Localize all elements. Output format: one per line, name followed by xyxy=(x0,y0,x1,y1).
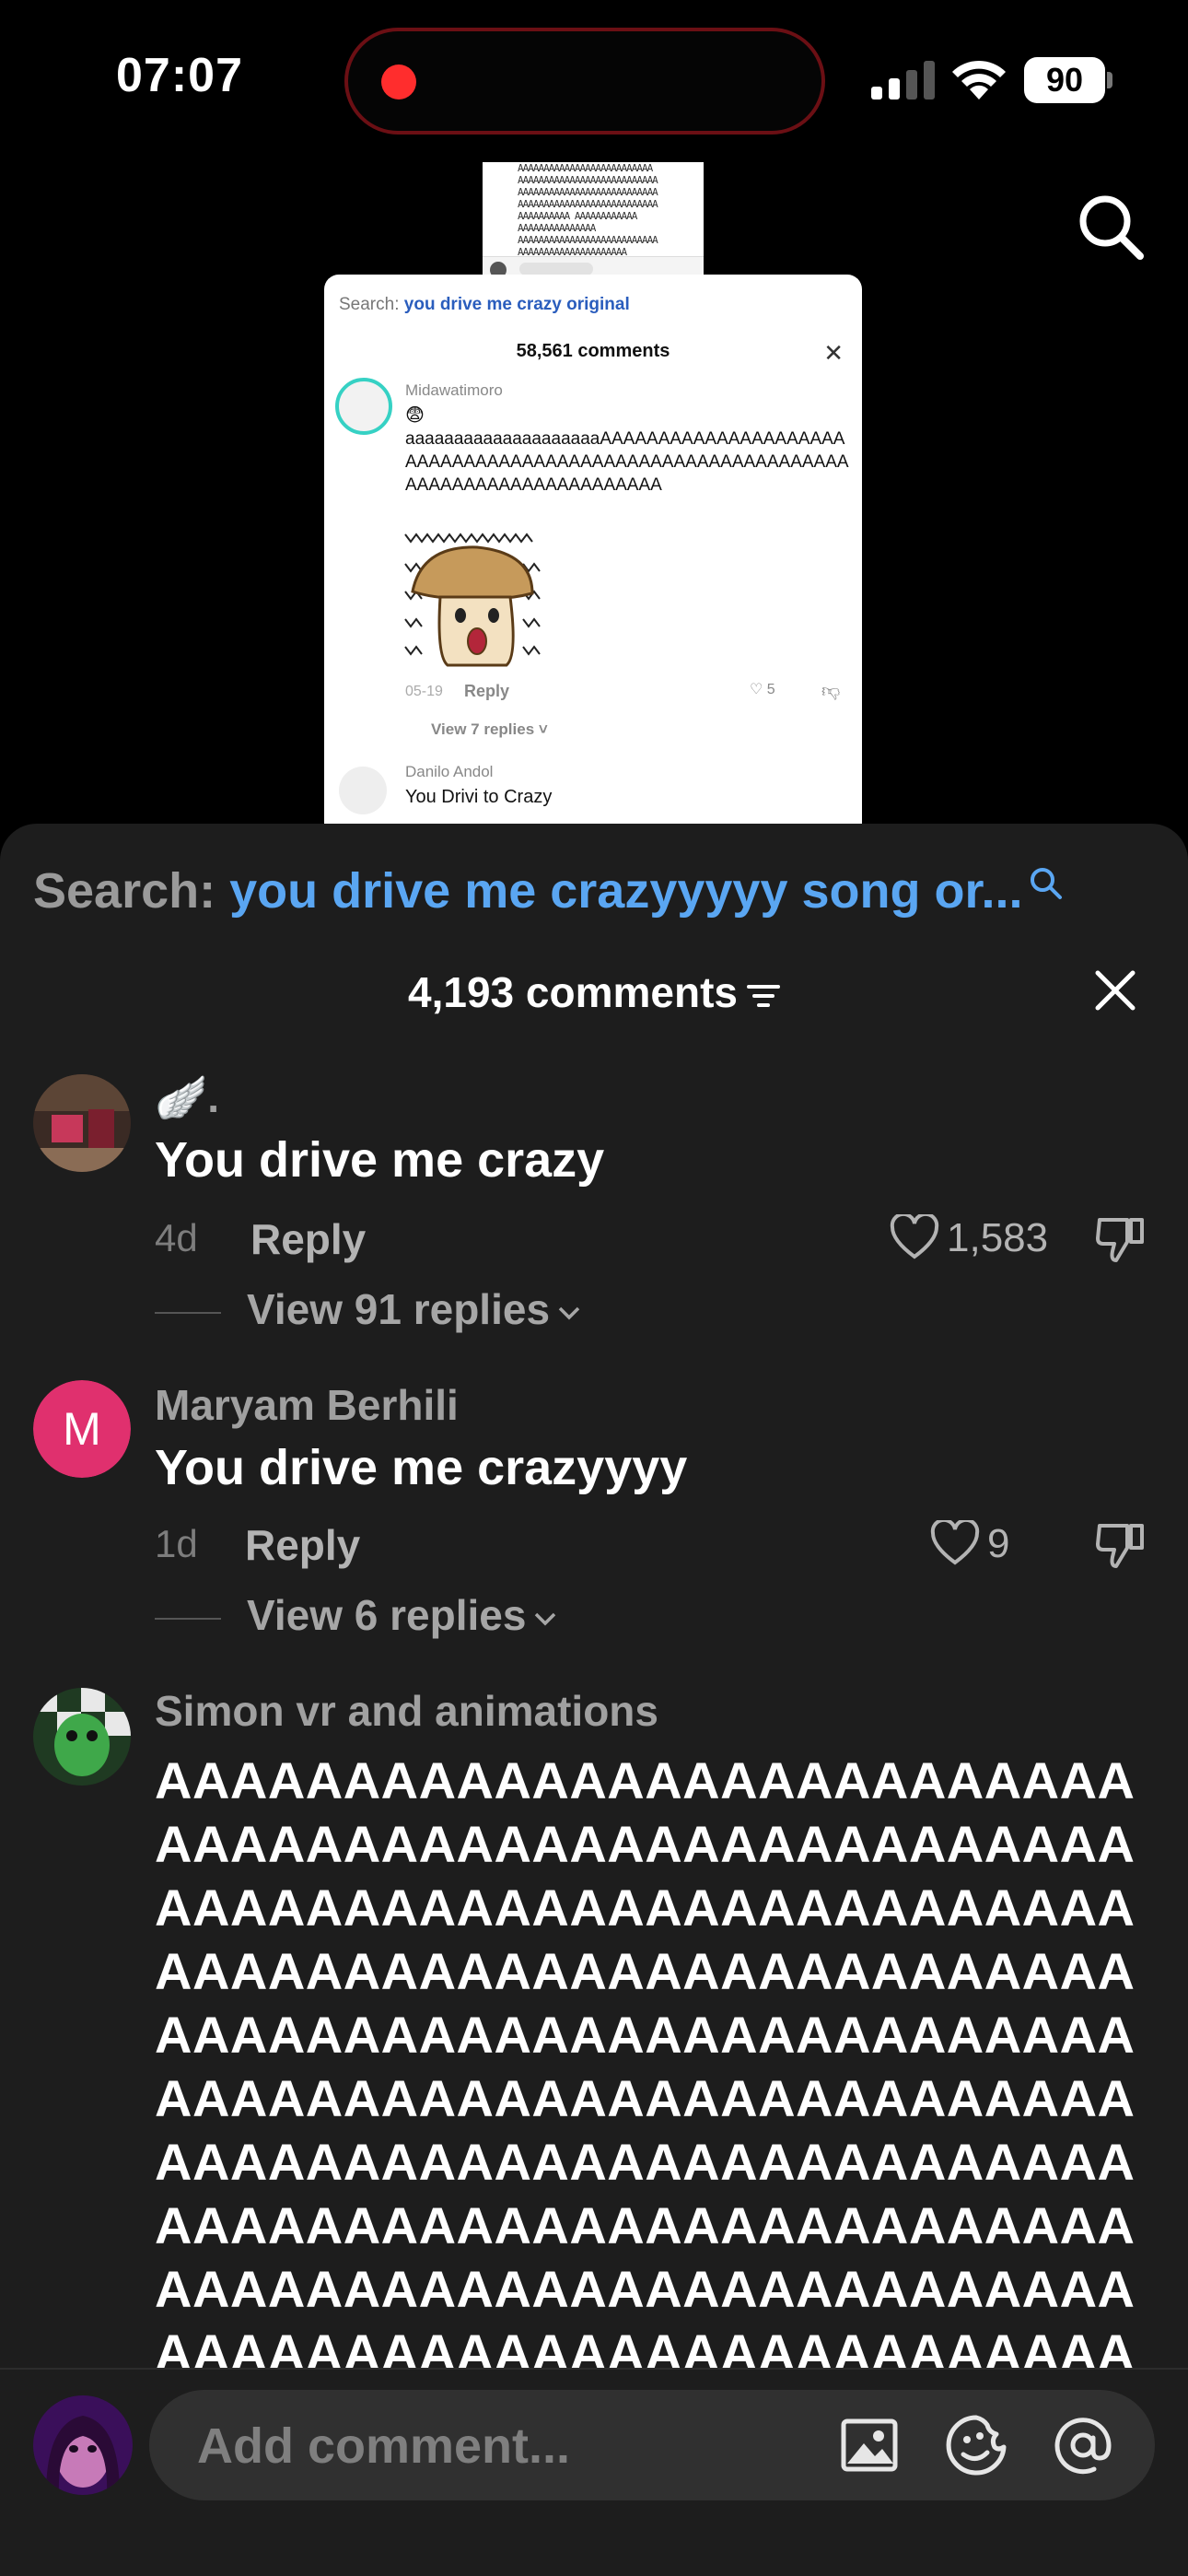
comment-composer: Add comment... xyxy=(0,2368,1188,2576)
comment-count: 4,193 comments xyxy=(0,967,1188,1017)
video-comment-likes: ♡ 5 xyxy=(750,682,775,697)
image-icon[interactable] xyxy=(838,2414,901,2476)
video-background-screenshot: AAAAAAAAAAAAAAAAAAAAAAAAAA AAAAAAAAAAAAA… xyxy=(483,162,704,280)
avatar[interactable]: M xyxy=(33,1380,131,1478)
video-second-username: Danilo Andol xyxy=(405,763,494,780)
comment-input-placeholder: Add comment... xyxy=(197,2418,571,2474)
like-count: 1,583 xyxy=(947,1215,1049,1260)
background-text: AAAAAAAAAAAAAAAAAAAAAAAAAA AAAAAAAAAAAAA… xyxy=(518,162,658,258)
comment-input[interactable]: Add comment... xyxy=(149,2390,1155,2500)
avatar[interactable] xyxy=(33,1074,131,1172)
dislike-icon[interactable] xyxy=(1094,1520,1146,1570)
video-comment-username: Midawatimoro xyxy=(405,381,503,399)
comment-text: You drive me crazyyyy xyxy=(155,1440,688,1495)
avatar[interactable] xyxy=(33,1688,131,1786)
chevron-down-icon xyxy=(535,1612,556,1626)
search-query[interactable]: you drive me crazyyyyy song or... xyxy=(229,863,1022,919)
battery-level: 90 xyxy=(1024,57,1105,103)
chevron-down-icon xyxy=(558,1306,580,1320)
comment-age: 4d xyxy=(155,1216,198,1259)
svg-text:M: M xyxy=(63,1403,101,1455)
mention-icon[interactable] xyxy=(1052,2414,1114,2476)
video-comment-reply: Reply xyxy=(464,682,510,700)
filter-icon[interactable] xyxy=(746,983,780,1009)
avatar[interactable] xyxy=(33,2395,133,2495)
search-icon[interactable] xyxy=(1029,866,1064,901)
view-replies-button[interactable]: View 6 replies xyxy=(155,1590,557,1640)
view-replies-button[interactable]: View 91 replies xyxy=(155,1284,581,1334)
cellular-signal-icon xyxy=(871,61,935,100)
like-count: 9 xyxy=(987,1521,1010,1566)
battery-icon: 90 xyxy=(1024,57,1112,103)
search-icon[interactable] xyxy=(1076,192,1146,262)
video-comment-date: 05-19 xyxy=(405,684,443,699)
video-search-query: you drive me crazy original xyxy=(403,295,630,314)
heart-icon xyxy=(930,1517,980,1565)
wifi-icon xyxy=(952,60,1006,100)
video-view-replies: View 7 replies ˅ xyxy=(431,720,548,738)
heart-icon xyxy=(890,1212,939,1259)
comments-sheet: Search: you drive me crazyyyyy song or..… xyxy=(0,824,1188,2576)
comment-username[interactable]: Maryam Berhili xyxy=(155,1380,459,1430)
dislike-icon[interactable] xyxy=(1094,1214,1146,1264)
avatar xyxy=(339,767,387,814)
video-second-text: You Drivi to Crazy xyxy=(405,787,553,807)
comment-username[interactable]: Simon vr and animations xyxy=(155,1686,658,1736)
video-comment-count: 58,561 comments xyxy=(516,341,670,361)
reply-button[interactable]: Reply xyxy=(250,1214,366,1264)
reply-button[interactable]: Reply xyxy=(245,1520,360,1570)
avatar xyxy=(335,378,392,435)
dynamic-island xyxy=(344,28,825,135)
status-time: 07:07 xyxy=(116,49,243,102)
comment-age: 1d xyxy=(155,1522,198,1565)
comment-username[interactable]: 🪽. xyxy=(155,1072,219,1123)
mushroom-sticker-icon xyxy=(404,533,541,667)
video-comment-emoji: 😨 xyxy=(405,405,425,426)
dislike-icon: 👎︎ xyxy=(821,681,841,701)
record-icon xyxy=(381,64,416,100)
video-search-bar: Search: you drive me crazy original xyxy=(339,295,630,314)
like-button[interactable]: 9 xyxy=(930,1517,1010,1567)
search-label: Search: xyxy=(33,863,216,919)
comment-text: AAAAAAAAAAAAAAAAAAAAAAAAAAAAAAAAAAAAAAAA… xyxy=(155,1751,1136,2445)
video-comment-text: aaaaaaaaaaaaaaaaaaaaAAAAAAAAAAAAAAAAAAAA… xyxy=(405,429,849,495)
video-screenshot-card[interactable]: Search: you drive me crazy original 58,5… xyxy=(324,275,862,827)
like-button[interactable]: 1,583 xyxy=(890,1212,1049,1261)
close-icon: ✕ xyxy=(823,339,844,367)
search-suggestion[interactable]: Search: you drive me crazyyyyy song or..… xyxy=(33,862,1064,919)
close-icon[interactable] xyxy=(1092,967,1138,1013)
emoji-icon[interactable] xyxy=(945,2414,1007,2476)
comment-text: You drive me crazy xyxy=(155,1132,605,1188)
